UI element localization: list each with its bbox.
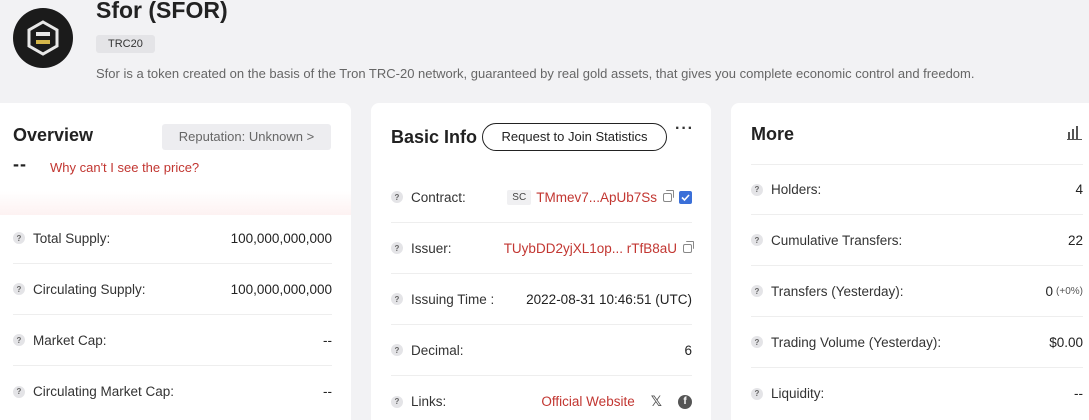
issuer-address-link[interactable]: TUybDD2yjXL1op... rTfB8aU <box>504 241 677 256</box>
row-label: Decimal: <box>411 342 464 358</box>
row-label: Issuing Time : <box>411 291 495 307</box>
row-label: Contract: <box>411 189 466 205</box>
row-value: $0.00 <box>1049 334 1083 350</box>
row-value: 0 <box>1045 283 1054 299</box>
row-label: Issuer: <box>411 240 452 256</box>
help-icon[interactable]: ? <box>751 183 763 196</box>
price-value: -- <box>13 154 27 174</box>
help-icon[interactable]: ? <box>391 344 403 356</box>
help-icon[interactable]: ? <box>751 234 763 246</box>
basic-row-links: ? Links: Official Website 𝕏 f <box>391 376 692 420</box>
more-row-trading-volume: ? Trading Volume (Yesterday): $0.00 <box>751 317 1083 368</box>
more-row-liquidity: ? Liquidity: -- <box>751 368 1083 419</box>
row-value: -- <box>323 384 332 399</box>
help-icon[interactable]: ? <box>13 334 25 346</box>
help-icon[interactable]: ? <box>13 385 25 398</box>
official-website-link[interactable]: Official Website <box>541 394 634 409</box>
change-percent: (+0%) <box>1056 285 1083 297</box>
row-value: -- <box>323 332 332 348</box>
decimal-value: 6 <box>684 342 692 358</box>
row-label: Links: <box>411 394 447 409</box>
row-label: Cumulative Transfers: <box>771 232 903 248</box>
more-row-cumulative-transfers: ? Cumulative Transfers: 22 <box>751 215 1083 266</box>
basic-info-title: Basic Info <box>391 127 478 147</box>
overview-row-circulating-market-cap: ? Circulating Market Cap: -- <box>13 366 332 417</box>
copy-icon[interactable] <box>683 240 694 253</box>
token-standard-badge: TRC20 <box>96 35 155 53</box>
help-icon[interactable]: ? <box>391 191 403 203</box>
row-value: -- <box>1074 386 1083 401</box>
row-value: 4 <box>1075 182 1083 197</box>
more-title: More <box>751 124 795 144</box>
overview-title: Overview <box>13 125 94 145</box>
join-statistics-button[interactable]: Request to Join Statistics <box>482 123 667 151</box>
basic-row-decimal: ? Decimal: 6 <box>391 325 692 376</box>
overview-row-market-cap: ? Market Cap: -- <box>13 315 332 366</box>
row-label: Total Supply: <box>33 230 111 246</box>
row-label: Circulating Market Cap: <box>33 384 175 399</box>
more-card: More ? Holders: 4 ? Cumulative Transfers: … <box>731 103 1089 420</box>
basic-row-issuing-time: ? Issuing Time : 2022-08-31 10:46:51 (UTC… <box>391 274 692 325</box>
help-icon[interactable]: ? <box>13 232 25 244</box>
row-label: Holders: <box>771 182 822 197</box>
copy-icon[interactable] <box>663 189 674 202</box>
row-label: Market Cap: <box>33 332 107 348</box>
row-value: 100,000,000,000 <box>230 281 332 297</box>
help-icon[interactable]: ? <box>751 336 763 348</box>
price-divider <box>0 191 351 215</box>
row-value: 100,000,000,000 <box>230 230 332 246</box>
row-label: Liquidity: <box>771 386 825 401</box>
contract-address-link[interactable]: TMmev7...ApUb7Ss <box>536 190 657 205</box>
help-icon[interactable]: ? <box>751 285 763 297</box>
basic-row-contract: ? Contract: SC TMmev7...ApUb7Ss <box>391 172 692 223</box>
verified-contract-icon[interactable] <box>679 190 692 204</box>
price-help-link[interactable]: Why can't I see the price? <box>50 160 199 175</box>
facebook-icon[interactable]: f <box>678 394 692 409</box>
x-twitter-icon[interactable]: 𝕏 <box>651 393 662 410</box>
more-row-holders: ? Holders: 4 <box>751 164 1083 215</box>
row-label: Transfers (Yesterday): <box>771 283 904 299</box>
token-logo-icon <box>27 20 59 56</box>
help-icon[interactable]: ? <box>391 242 403 254</box>
token-description: Sfor is a token created on the basis of … <box>96 66 975 81</box>
overview-row-circulating-supply: ? Circulating Supply: 100,000,000,000 <box>13 264 332 315</box>
row-label: Trading Volume (Yesterday): <box>771 334 942 350</box>
basic-row-issuer: ? Issuer: TUybDD2yjXL1op... rTfB8aU <box>391 223 694 274</box>
overview-card: Overview Reputation: Unknown > -- Why ca… <box>0 103 351 420</box>
more-row-transfers-yesterday: ? Transfers (Yesterday): 0 (+0%) <box>751 266 1083 317</box>
smart-contract-tag: SC <box>507 189 532 205</box>
token-title: Sfor (SFOR) <box>96 0 228 23</box>
token-logo <box>13 8 73 68</box>
row-label: Circulating Supply: <box>33 281 146 297</box>
help-icon[interactable]: ? <box>391 395 403 408</box>
reputation-button[interactable]: Reputation: Unknown > <box>162 124 331 150</box>
more-options-icon[interactable]: ··· <box>675 120 694 138</box>
help-icon[interactable]: ? <box>751 387 763 400</box>
help-icon[interactable]: ? <box>391 293 403 305</box>
bar-chart-icon[interactable] <box>1067 126 1082 140</box>
issuing-time-value: 2022-08-31 10:46:51 (UTC) <box>526 291 692 307</box>
help-icon[interactable]: ? <box>13 283 25 295</box>
basic-info-card: Basic Info Request to Join Statistics ··… <box>371 103 711 420</box>
row-value: 22 <box>1067 232 1083 248</box>
overview-row-total-supply: ? Total Supply: 100,000,000,000 <box>13 213 332 264</box>
